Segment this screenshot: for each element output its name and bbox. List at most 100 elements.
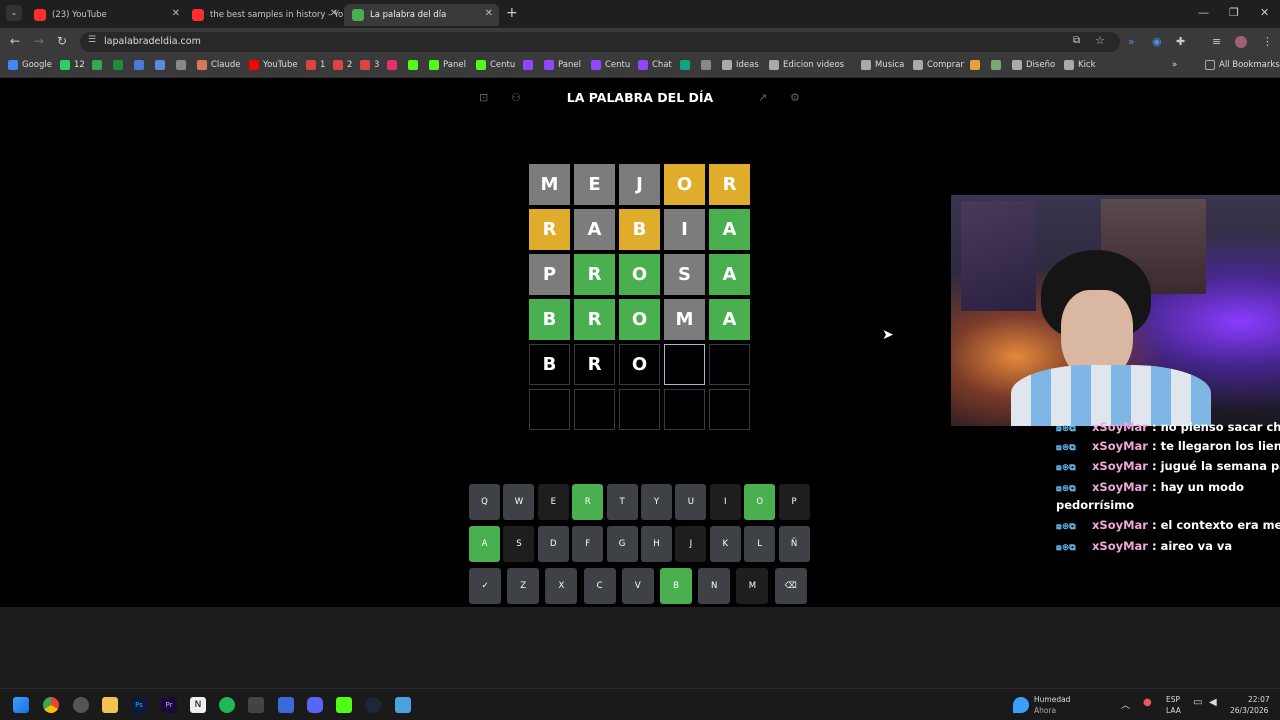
discord-icon[interactable] [307,697,323,713]
bookmark-item[interactable] [701,60,715,70]
start-windows-icon[interactable] [13,697,29,713]
tab-media-icon[interactable]: ≡ [1212,35,1221,48]
key-button[interactable]: Q [469,484,500,520]
new-tab-button[interactable]: + [506,5,518,21]
bookmark-item[interactable]: Panel [429,60,466,70]
kick-icon[interactable] [336,697,352,713]
forward-icon[interactable]: → [34,34,44,48]
key-button[interactable]: M [736,568,769,604]
key-button[interactable]: J [675,526,707,562]
notion-icon[interactable]: N [190,697,206,713]
app-icon-4[interactable] [395,697,411,713]
bookmark-item[interactable]: Musica [861,60,904,70]
bookmark-item[interactable]: Centu [476,60,515,70]
clock-date[interactable]: 26/3/2026 [1230,706,1268,715]
steam-icon[interactable] [365,697,381,713]
bookmark-item[interactable] [523,60,537,70]
key-button[interactable]: ✓ [469,568,501,604]
key-button[interactable]: N [698,568,731,604]
close-window-icon[interactable]: ✕ [1260,6,1269,19]
key-button[interactable]: T [606,484,638,520]
site-info-icon[interactable]: ☰ [88,35,96,45]
bookmark-item[interactable] [176,60,190,70]
tray-overflow-icon[interactable]: ︿ [1121,698,1130,711]
key-button[interactable]: A [469,526,500,562]
bookmark-item[interactable] [113,60,127,70]
key-button[interactable]: W [503,484,535,520]
display-icon[interactable]: ▭ [1193,697,1202,708]
bookmark-item[interactable]: Ideas [722,60,759,70]
address-bar[interactable]: ☰ lapalabradeldia.com ⧉ ☆ [80,32,1120,52]
bookmark-item[interactable]: Centu [591,60,630,70]
key-button[interactable]: E [537,484,569,520]
bookmark-star-icon[interactable]: ☆ [1095,34,1105,47]
tab-0[interactable]: (23) YouTube ✕ [26,4,186,26]
bookmark-item[interactable]: Kick [1064,60,1096,70]
bookmark-item[interactable] [408,60,422,70]
weather-icon[interactable] [1013,697,1029,713]
chat-username[interactable]: xSoyMar [1092,459,1148,473]
minimize-icon[interactable]: — [1198,6,1209,19]
install-icon[interactable]: ⧉ [1073,35,1080,46]
key-button[interactable]: C [583,568,616,604]
key-button[interactable]: R [572,484,604,520]
key-button[interactable]: Ñ [778,526,810,562]
volume-icon[interactable]: ◀ [1209,697,1217,708]
reload-icon[interactable]: ↻ [57,34,67,48]
key-button[interactable]: B [660,568,692,604]
stats-icon[interactable]: ↗ [758,91,767,104]
premiere-icon[interactable]: Pr [161,697,177,713]
key-button[interactable]: H [641,526,672,562]
language-top[interactable]: ESP [1166,695,1180,704]
bookmark-item[interactable]: 1 [306,60,325,70]
bookmark-item[interactable]: YouTube [249,60,298,70]
key-button[interactable]: K [709,526,741,562]
bookmark-item[interactable] [387,60,401,70]
tab-close-icon[interactable]: ✕ [485,8,493,19]
chat-username[interactable]: xSoyMar [1092,480,1148,494]
back-icon[interactable]: ← [10,34,20,48]
file-explorer-icon[interactable] [102,697,118,713]
bookmark-item[interactable] [92,60,106,70]
bookmark-item[interactable]: Edicion videos [769,60,844,70]
bookmark-item[interactable]: Diseño [1012,60,1055,70]
key-button[interactable]: G [606,526,638,562]
chat-username[interactable]: xSoyMar [1092,420,1148,434]
key-button[interactable]: S [503,526,535,562]
key-button[interactable]: Y [641,484,672,520]
photoshop-icon[interactable]: Ps [131,697,147,713]
settings-icon[interactable]: ⚙ [790,91,800,104]
key-button[interactable]: O [744,484,776,520]
key-button[interactable]: I [709,484,741,520]
key-button[interactable]: ⌫ [774,568,807,604]
bookmark-item[interactable] [155,60,169,70]
chat-username[interactable]: xSoyMar [1092,518,1148,532]
key-button[interactable]: D [537,526,569,562]
extension-icon-1[interactable]: » [1128,35,1135,48]
spotify-icon[interactable] [219,697,235,713]
bookmark-item[interactable]: Chat [638,60,672,70]
bookmark-item[interactable] [134,60,148,70]
chat-username[interactable]: xSoyMar [1092,539,1148,553]
bookmark-item[interactable] [970,60,984,70]
bookmark-item[interactable] [680,60,694,70]
profile-avatar[interactable] [1235,36,1247,48]
tab-2[interactable]: La palabra del día ✕ [344,4,499,26]
key-button[interactable]: U [675,484,707,520]
app-icon-1[interactable] [73,697,89,713]
clock-time[interactable]: 22:07 [1248,695,1270,704]
bookmark-item[interactable]: Google [8,60,52,70]
tab-search-icon[interactable]: ⌄ [6,5,22,21]
tab-close-icon[interactable]: ✕ [172,8,180,19]
bookmark-item[interactable] [991,60,1005,70]
key-button[interactable]: L [744,526,776,562]
bookmarks-overflow-icon[interactable]: » [1172,60,1177,70]
bookmark-item[interactable]: Comprar [913,60,964,70]
key-button[interactable]: P [778,484,810,520]
menu-kebab-icon[interactable]: ⋮ [1262,35,1273,48]
bookmark-item[interactable]: Claude [197,60,241,70]
extension-icon-2[interactable]: ◉ [1152,35,1162,48]
microphone-icon[interactable]: ● [1143,697,1152,708]
key-button[interactable]: X [545,568,578,604]
app-icon-3[interactable] [278,697,294,713]
